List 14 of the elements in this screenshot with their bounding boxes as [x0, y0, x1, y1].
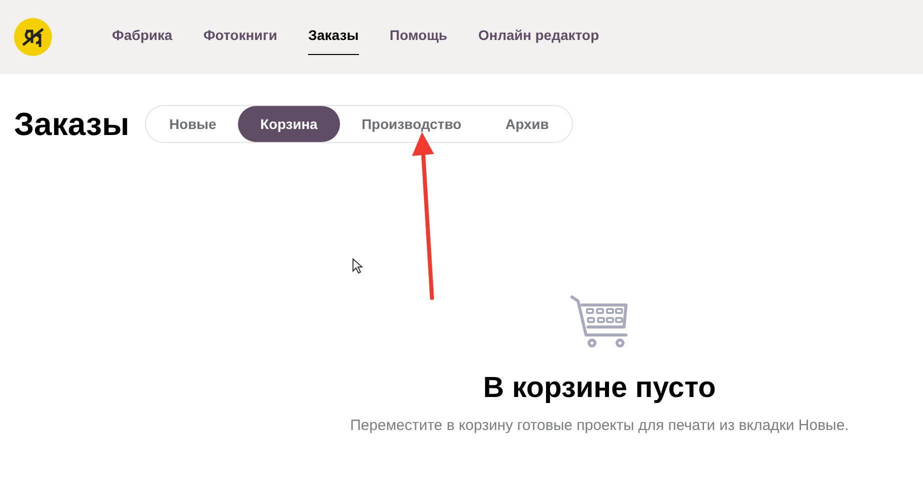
nav-link[interactable]: Фабрика [112, 19, 172, 55]
nav-link[interactable]: Помощь [390, 19, 448, 55]
nav-link[interactable]: Онлайн редактор [478, 19, 600, 55]
tab[interactable]: Новые [147, 106, 238, 142]
tab[interactable]: Корзина [238, 106, 340, 142]
cursor-icon [352, 258, 363, 274]
empty-state-message: Переместите в корзину готовые проекты для печати из вкладки Новые. [350, 416, 849, 436]
nav-link[interactable]: Фотокниги [203, 19, 278, 55]
nav-link[interactable]: Заказы [308, 19, 359, 55]
tab[interactable]: Производство [340, 106, 484, 142]
empty-state-title: В корзине пусто [483, 371, 716, 406]
logo-icon[interactable] [14, 18, 52, 56]
tab[interactable]: Архив [483, 106, 571, 142]
page-title: Заказы [14, 105, 130, 144]
